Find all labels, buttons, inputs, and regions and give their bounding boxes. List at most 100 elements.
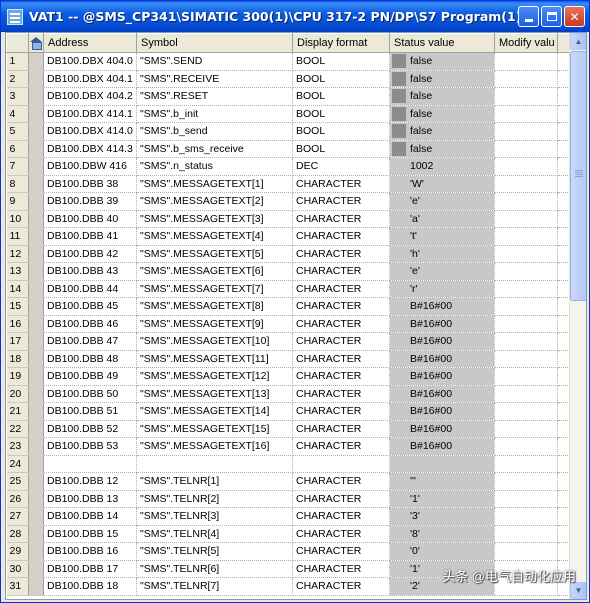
row-number[interactable]: 29 xyxy=(6,542,29,561)
format-cell[interactable] xyxy=(292,455,390,473)
symbol-cell[interactable]: "SMS".MESSAGETEXT[16] xyxy=(136,437,293,456)
format-cell[interactable]: CHARACTER xyxy=(292,245,390,263)
modify-value-cell[interactable] xyxy=(494,157,558,176)
table-row[interactable]: 12 DB100.DBB 42 "SMS".MESSAGETEXT[5] CHARAC… xyxy=(6,245,572,263)
format-cell[interactable]: CHARACTER xyxy=(292,227,390,246)
format-cell[interactable]: CHARACTER xyxy=(292,367,390,386)
row-number[interactable]: 19 xyxy=(6,367,29,386)
symbol-cell[interactable]: "SMS".MESSAGETEXT[3] xyxy=(136,210,293,228)
format-cell[interactable]: CHARACTER xyxy=(292,490,390,508)
table-row[interactable]: 23 DB100.DBB 53 "SMS".MESSAGETEXT[16] CHARA… xyxy=(6,437,572,456)
format-cell[interactable]: CHARACTER xyxy=(292,525,390,543)
address-cell[interactable]: DB100.DBB 50 xyxy=(43,385,137,403)
symbol-cell[interactable]: "SMS".MESSAGETEXT[11] xyxy=(136,350,293,368)
table-row[interactable]: 29 DB100.DBB 16 "SMS".TELNR[5] CHARACTER '0' xyxy=(6,542,572,561)
modify-value-cell[interactable] xyxy=(494,367,558,386)
scroll-up-button[interactable]: ▲ xyxy=(570,33,586,50)
table-row[interactable]: 15 DB100.DBB 45 "SMS".MESSAGETEXT[8] CHARAC… xyxy=(6,297,572,316)
symbol-cell[interactable] xyxy=(136,455,293,473)
symbol-cell[interactable]: "SMS".b_init xyxy=(136,105,293,123)
format-cell[interactable]: BOOL xyxy=(292,140,390,158)
format-cell[interactable]: DEC xyxy=(292,157,390,176)
status-value-cell[interactable]: false xyxy=(389,140,495,158)
status-value-cell[interactable]: 't' xyxy=(389,227,495,246)
address-cell[interactable]: DB100.DBB 18 xyxy=(43,577,137,596)
vertical-scrollbar[interactable]: ▲ ▼ xyxy=(569,33,586,599)
format-cell[interactable]: CHARACTER xyxy=(292,192,390,211)
status-value-cell[interactable]: 'a' xyxy=(389,210,495,228)
format-cell[interactable]: CHARACTER xyxy=(292,472,390,491)
display-format-column-header[interactable]: Display format xyxy=(292,33,390,53)
title-bar[interactable]: VAT1 -- @SMS_CP341\SIMATIC 300(1)\CPU 31… xyxy=(1,1,589,32)
table-row[interactable]: 17 DB100.DBB 47 "SMS".MESSAGETEXT[10] CHARA… xyxy=(6,332,572,351)
status-value-cell[interactable]: B#16#00 xyxy=(389,315,495,333)
format-cell[interactable]: CHARACTER xyxy=(292,542,390,561)
table-row[interactable]: 24 xyxy=(6,455,572,473)
modify-value-cell[interactable] xyxy=(494,472,558,491)
status-value-cell[interactable]: 'h' xyxy=(389,245,495,263)
symbol-cell[interactable]: "SMS".TELNR[1] xyxy=(136,472,293,491)
symbol-cell[interactable]: "SMS".MESSAGETEXT[6] xyxy=(136,262,293,281)
format-cell[interactable]: BOOL xyxy=(292,105,390,123)
address-cell[interactable]: DB100.DBB 15 xyxy=(43,525,137,543)
format-cell[interactable]: CHARACTER xyxy=(292,297,390,316)
symbol-cell[interactable]: "SMS".b_send xyxy=(136,122,293,141)
status-value-cell[interactable]: '1' xyxy=(389,490,495,508)
status-value-cell[interactable]: B#16#00 xyxy=(389,385,495,403)
table-row[interactable]: 7 DB100.DBW 416 "SMS".n_status DEC 1002 xyxy=(6,157,572,176)
symbol-cell[interactable]: "SMS".MESSAGETEXT[2] xyxy=(136,192,293,211)
status-value-cell[interactable]: 'r' xyxy=(389,280,495,298)
status-value-cell[interactable]: false xyxy=(389,52,495,71)
table-row[interactable]: 16 DB100.DBB 46 "SMS".MESSAGETEXT[9] CHARAC… xyxy=(6,315,572,333)
status-value-cell[interactable]: 'W' xyxy=(389,175,495,193)
row-number[interactable]: 3 xyxy=(6,87,29,106)
address-cell[interactable]: DB100.DBX 404.0 xyxy=(43,52,137,71)
table-row[interactable]: 8 DB100.DBB 38 "SMS".MESSAGETEXT[1] CHARACT… xyxy=(6,175,572,193)
symbol-cell[interactable]: "SMS".MESSAGETEXT[4] xyxy=(136,227,293,246)
symbol-cell[interactable]: "SMS".MESSAGETEXT[13] xyxy=(136,385,293,403)
modify-value-column-header[interactable]: Modify valu xyxy=(494,33,558,53)
status-value-cell[interactable]: '0' xyxy=(389,542,495,561)
symbol-cell[interactable]: "SMS".MESSAGETEXT[12] xyxy=(136,367,293,386)
symbol-cell[interactable]: "SMS".TELNR[6] xyxy=(136,560,293,578)
modify-value-cell[interactable] xyxy=(494,455,558,473)
status-value-cell[interactable]: false xyxy=(389,105,495,123)
address-cell[interactable]: DB100.DBB 47 xyxy=(43,332,137,351)
status-value-cell[interactable]: B#16#00 xyxy=(389,350,495,368)
row-number[interactable]: 21 xyxy=(6,402,29,421)
modify-value-cell[interactable] xyxy=(494,385,558,403)
modify-value-cell[interactable] xyxy=(494,332,558,351)
format-cell[interactable]: CHARACTER xyxy=(292,507,390,526)
symbol-cell[interactable]: "SMS".RESET xyxy=(136,87,293,106)
row-number[interactable]: 17 xyxy=(6,332,29,351)
address-cell[interactable]: DB100.DBB 46 xyxy=(43,315,137,333)
status-value-cell[interactable] xyxy=(389,455,495,473)
modify-value-cell[interactable] xyxy=(494,210,558,228)
format-cell[interactable]: CHARACTER xyxy=(292,577,390,596)
modify-value-cell[interactable] xyxy=(494,140,558,158)
modify-value-cell[interactable] xyxy=(494,280,558,298)
address-cell[interactable]: DB100.DBB 41 xyxy=(43,227,137,246)
symbol-cell[interactable]: "SMS".MESSAGETEXT[7] xyxy=(136,280,293,298)
format-cell[interactable]: BOOL xyxy=(292,87,390,106)
symbol-cell[interactable]: "SMS".TELNR[2] xyxy=(136,490,293,508)
address-cell[interactable]: DB100.DBB 51 xyxy=(43,402,137,421)
row-number[interactable]: 16 xyxy=(6,315,29,333)
address-cell[interactable]: DB100.DBB 49 xyxy=(43,367,137,386)
row-number[interactable]: 7 xyxy=(6,157,29,176)
format-cell[interactable]: CHARACTER xyxy=(292,350,390,368)
row-number[interactable]: 8 xyxy=(6,175,29,193)
row-number[interactable]: 11 xyxy=(6,227,29,246)
address-cell[interactable]: DB100.DBB 14 xyxy=(43,507,137,526)
format-cell[interactable]: BOOL xyxy=(292,52,390,71)
row-number[interactable]: 5 xyxy=(6,122,29,141)
modify-value-cell[interactable] xyxy=(494,262,558,281)
table-row[interactable]: 3 DB100.DBX 404.2 "SMS".RESET BOOL false xyxy=(6,87,572,106)
row-number[interactable]: 25 xyxy=(6,472,29,491)
table-row[interactable]: 21 DB100.DBB 51 "SMS".MESSAGETEXT[14] CHARA… xyxy=(6,402,572,421)
status-value-cell[interactable]: false xyxy=(389,87,495,106)
modify-value-cell[interactable] xyxy=(494,122,558,141)
address-cell[interactable]: DB100.DBB 40 xyxy=(43,210,137,228)
format-cell[interactable]: CHARACTER xyxy=(292,332,390,351)
table-row[interactable]: 27 DB100.DBB 14 "SMS".TELNR[3] CHARACTER '3' xyxy=(6,507,572,526)
